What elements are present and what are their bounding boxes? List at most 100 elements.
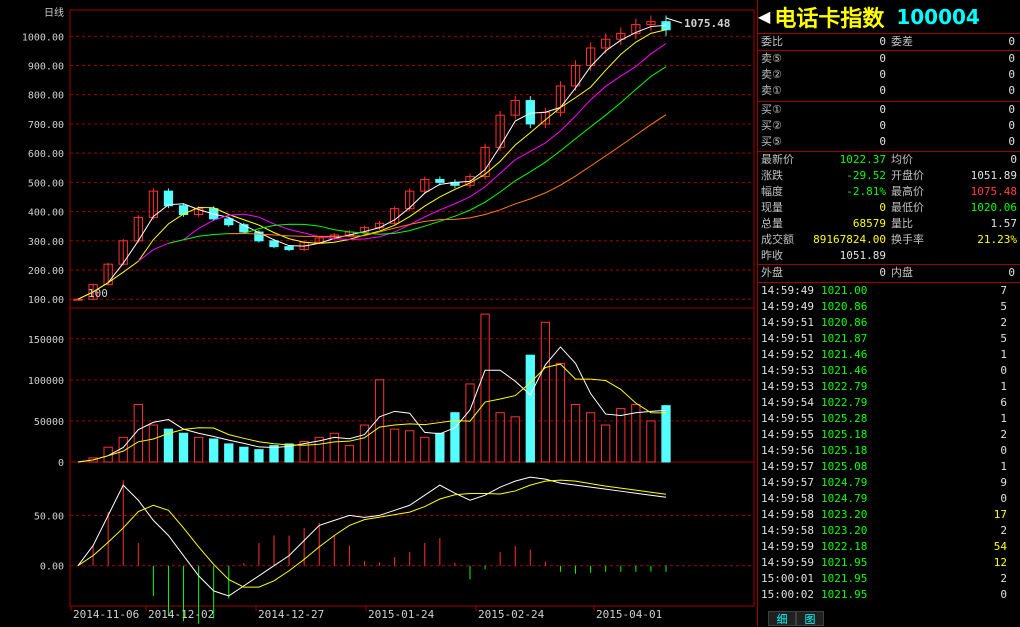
stat-label: 幅度 <box>761 185 783 198</box>
volume-bar <box>344 445 355 463</box>
tick-row: 14:59:58 1023.20 17 <box>758 507 1020 523</box>
tick-time: 14:59:57 <box>761 476 814 489</box>
tick-price: 1021.87 <box>821 332 868 345</box>
stat-label: 最低价 <box>891 201 924 214</box>
kline-chart-svg[interactable]: 1000.00900.00800.00700.00600.00500.00400… <box>0 0 757 626</box>
date-tick-label: 2015-01-24 <box>368 608 435 621</box>
volume-bar <box>525 354 535 463</box>
weibi-section: 委比 0 委差 0 <box>758 33 1020 50</box>
stat-label: 均价 <box>891 153 913 166</box>
tick-time: 14:59:53 <box>761 364 814 377</box>
indicator-tick-label: 50.00 <box>34 511 64 522</box>
tick-price: 1025.08 <box>821 460 868 473</box>
volume-tick-label: 150000 <box>28 335 64 346</box>
tick-time: 15:00:02 <box>761 588 814 601</box>
candle-body[interactable] <box>284 246 294 251</box>
tick-time: 14:59:52 <box>761 348 814 361</box>
candle-body[interactable] <box>73 298 83 301</box>
tick-time: 14:59:55 <box>761 428 814 441</box>
stat-label: 开盘价 <box>891 169 924 182</box>
tick-volume: 12 <box>993 556 1007 569</box>
volume-bar <box>254 449 264 463</box>
ma30-line <box>168 66 667 244</box>
ma20-line <box>138 43 667 262</box>
sell-row: 卖⑤ 0 0 <box>758 51 1020 67</box>
stat-label: 量比 <box>891 217 913 230</box>
stat-value: 21.23% <box>977 233 1017 246</box>
stat-label: 现量 <box>761 201 783 214</box>
tick-row: 14:59:53 1021.46 0 <box>758 363 1020 379</box>
tick-price: 1025.28 <box>821 412 868 425</box>
tab-chart[interactable]: 图 <box>796 611 824 626</box>
buy-price: 0 <box>879 135 886 148</box>
buy-level-label: 买⑤ <box>761 135 782 148</box>
tick-volume: 17 <box>993 508 1007 521</box>
tick-row: 14:59:58 1023.20 2 <box>758 523 1020 539</box>
stat-label: 成交额 <box>761 233 794 246</box>
stat-row: 最新价 1022.37 均价 0 <box>758 152 1020 168</box>
volume-tick-label: 100000 <box>28 376 64 387</box>
tick-volume: 0 <box>1000 444 1007 457</box>
tick-row: 14:59:55 1025.28 1 <box>758 411 1020 427</box>
volume-bar <box>540 321 551 463</box>
waipan-section: 外盘 0 内盘 0 <box>758 264 1020 281</box>
stat-label: 最新价 <box>761 153 794 166</box>
indicator-fast-line <box>77 476 667 597</box>
weicha-value: 0 <box>1008 35 1015 48</box>
stat-value: 68579 <box>852 217 886 230</box>
sell-level-label: 卖⑤ <box>761 52 782 65</box>
price-tick-label: 1000.00 <box>22 32 64 43</box>
stat-row: 成交额 89167824.00 换手率 21.23% <box>758 232 1020 248</box>
date-tick-label: 2015-02-24 <box>478 608 545 621</box>
price-tick-label: 500.00 <box>28 178 64 189</box>
prev-arrow-icon[interactable]: ◀ <box>758 7 770 26</box>
volume-bar <box>570 403 581 463</box>
tick-price: 1021.95 <box>821 572 868 585</box>
buy-price: 0 <box>879 103 886 116</box>
candle-body[interactable] <box>254 231 264 242</box>
tick-time: 14:59:58 <box>761 524 814 537</box>
tick-price: 1024.79 <box>821 492 868 505</box>
tick-row: 15:00:01 1021.95 2 <box>758 571 1020 587</box>
tab-detail[interactable]: 细 <box>768 611 796 626</box>
tick-price: 1022.79 <box>821 380 868 393</box>
candle-body[interactable] <box>269 240 279 248</box>
candle-body[interactable] <box>239 224 249 233</box>
stat-value: 1051.89 <box>839 249 886 262</box>
ma60-line <box>228 114 667 237</box>
candle-body[interactable] <box>224 218 234 226</box>
buy-volume: 0 <box>1008 103 1015 116</box>
tick-price: 1021.46 <box>821 364 868 377</box>
volume-bar <box>601 424 611 463</box>
candle-body[interactable] <box>163 190 174 207</box>
price-tick-label: 100.00 <box>28 295 64 306</box>
stat-label: 昨收 <box>761 249 783 262</box>
tick-time: 14:59:59 <box>761 556 814 569</box>
stat-row: 昨收 1051.89 <box>758 248 1020 264</box>
tick-row: 14:59:49 1020.86 5 <box>758 299 1020 315</box>
tick-volume: 1 <box>1000 348 1007 361</box>
candle-body[interactable] <box>525 100 535 125</box>
stat-label: 最高价 <box>891 185 924 198</box>
neipan-value: 0 <box>1008 266 1015 279</box>
price-tick-label: 200.00 <box>28 266 64 277</box>
tick-volume: 1 <box>1000 412 1007 425</box>
tick-row: 14:59:52 1021.46 1 <box>758 347 1020 363</box>
tick-time: 14:59:51 <box>761 316 814 329</box>
candle-body[interactable] <box>435 178 445 183</box>
volume-bar <box>646 420 656 463</box>
date-tick-label: 2014-12-02 <box>148 608 214 621</box>
sell-price: 0 <box>879 84 886 97</box>
stat-value: -2.81% <box>846 185 886 198</box>
volume-bar <box>405 430 415 463</box>
tick-volume: 2 <box>1000 428 1007 441</box>
buy-row: 买⑤ 0 0 <box>758 134 1020 150</box>
tick-volume: 0 <box>1000 588 1007 601</box>
tick-time: 14:59:58 <box>761 492 814 505</box>
stat-value: 1.57 <box>990 217 1018 230</box>
stat-value: 89167824.00 <box>813 233 886 246</box>
kline-chart-area[interactable]: 1000.00 900.00 800.00 700.00 600.00 500.00 400… <box>0 0 757 626</box>
volume-bar <box>209 438 219 463</box>
ma5-line <box>77 24 667 300</box>
tick-time: 14:59:58 <box>761 508 814 521</box>
